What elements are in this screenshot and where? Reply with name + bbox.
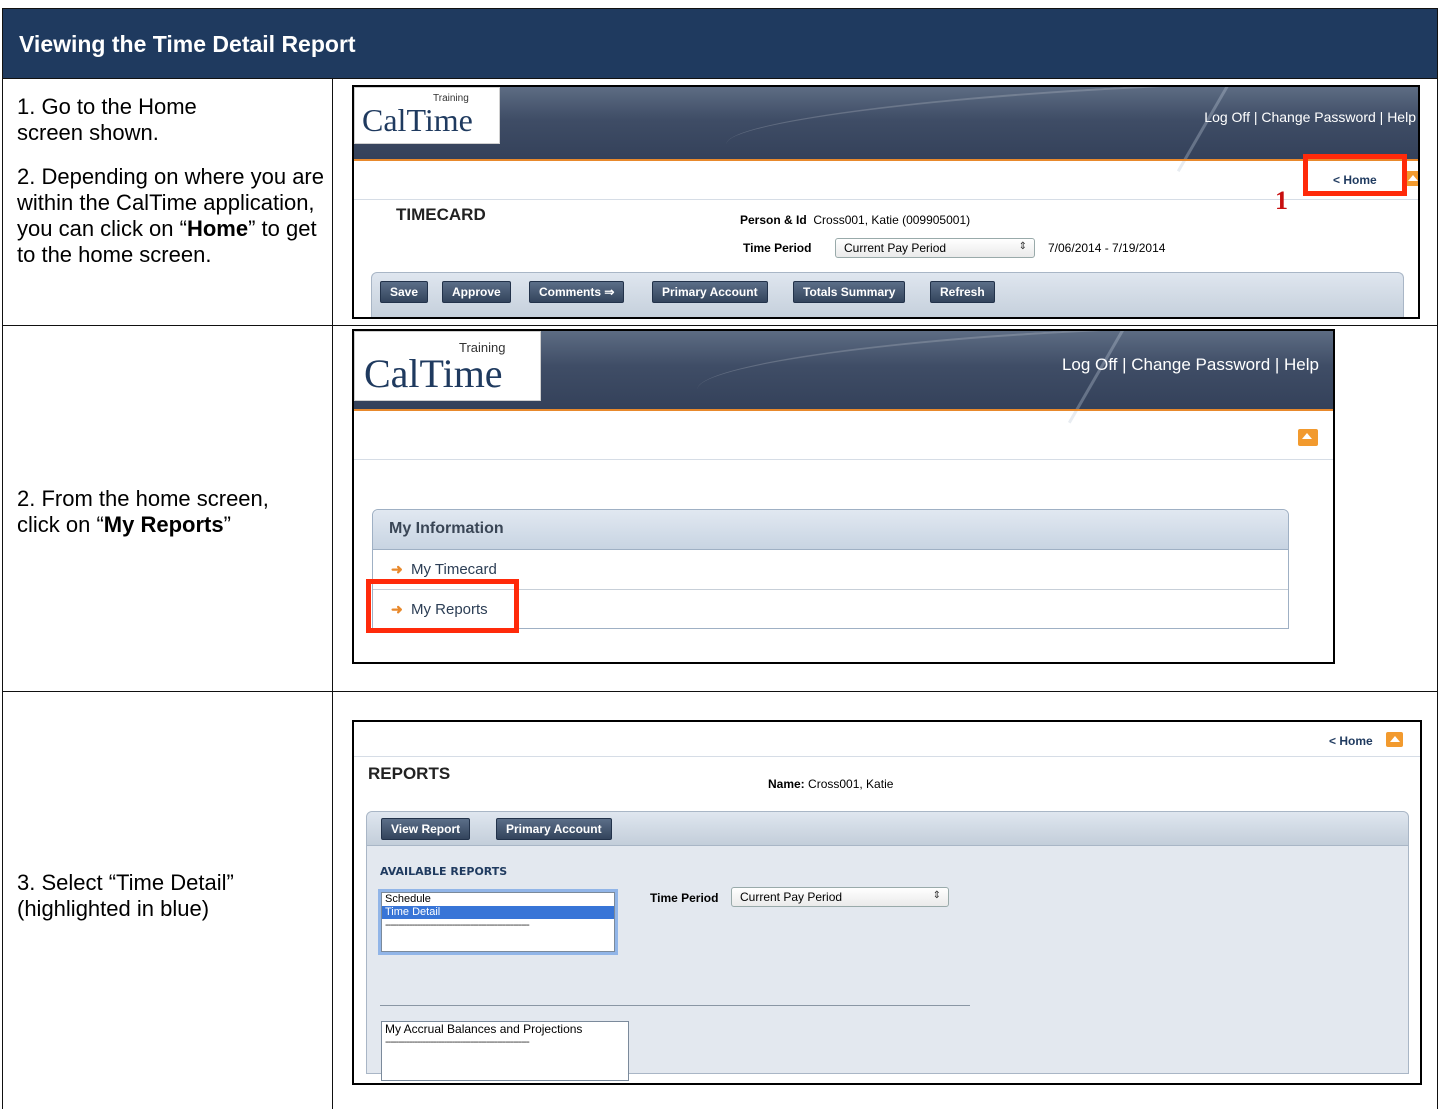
step-1-sub-bold: Home — [186, 216, 249, 241]
reports-screenshot: < Home REPORTS Name: Cross001, Katie Vie… — [352, 720, 1422, 1085]
report-option-separator-2: ----------------------------------------… — [385, 1036, 530, 1048]
refresh-button[interactable]: Refresh — [930, 281, 995, 303]
view-report-button[interactable]: View Report — [381, 818, 471, 840]
totals-summary-button[interactable]: Totals Summary — [793, 281, 906, 303]
caltime-header-2: Training CalTime Log Off | Change Passwo… — [354, 331, 1333, 429]
period-range: 7/06/2014 - 7/19/2014 — [1048, 241, 1166, 255]
reports-listbox[interactable]: Schedule Time Detail -------------------… — [381, 892, 615, 952]
step-1-subtext: 2. Depending on where you are within the… — [17, 164, 327, 268]
step-2-instructions: 2. From the home screen, click on “My Re… — [3, 326, 333, 691]
highlight-my-reports-box — [366, 579, 519, 633]
step-1-instructions: 1. Go to the Home screen shown. 2. Depen… — [3, 79, 333, 325]
home-link-2[interactable]: < Home — [1329, 734, 1373, 748]
caltime-logo: Training CalTime — [354, 87, 500, 144]
time-period-label-2: Time Period — [650, 891, 719, 905]
step-row-3: 3. Select “Time Detail” (highlighted in … — [2, 692, 1438, 1109]
save-button[interactable]: Save — [380, 281, 429, 303]
logo-wordmark: CalTime — [362, 102, 473, 138]
timecard-toolbar: Save Approve Comments ⇒ Primary Account … — [371, 272, 1404, 317]
timecard-title: TIMECARD — [396, 205, 486, 224]
divider — [380, 1005, 970, 1006]
time-period-label: Time Period — [743, 241, 812, 255]
time-period-select[interactable]: Current Pay Period ⇕ — [835, 238, 1035, 258]
timecard-screenshot: Training CalTime Log Off | Change Passwo… — [352, 85, 1420, 319]
reports-title: REPORTS — [368, 764, 451, 783]
my-timecard-label: My Timecard — [411, 561, 497, 578]
step-row-1: 1. Go to the Home screen shown. 2. Depen… — [2, 79, 1438, 326]
select-chevron-icon: ⇕ — [1018, 241, 1027, 252]
person-id-label: Person & Id — [740, 213, 807, 227]
report-option-time-detail[interactable]: Time Detail — [382, 906, 614, 919]
name-row: Name: Cross001, Katie — [768, 777, 893, 791]
step-1-line-1: 1. Go to the Home — [17, 94, 197, 119]
highlight-home-box — [1303, 154, 1407, 196]
top-links[interactable]: Log Off | Change Password | Help — [1204, 109, 1416, 125]
primary-account-button-2[interactable]: Primary Account — [496, 818, 612, 840]
report-option-schedule[interactable]: Schedule — [382, 893, 614, 906]
step-3-instructions: 3. Select “Time Detail” (highlighted in … — [3, 692, 333, 1109]
time-period-value-2: Current Pay Period — [740, 890, 843, 904]
caltime-logo-2: Training CalTime — [354, 331, 541, 401]
available-reports-title: AVAILABLE REPORTS — [380, 865, 508, 878]
reports-toolbar: View Report Primary Account — [367, 812, 1408, 846]
report-option-accrual[interactable]: My Accrual Balances and Projections — [382, 1022, 628, 1036]
logo-wordmark-2: CalTime — [364, 351, 503, 396]
name-value: Cross001, Katie — [808, 777, 894, 791]
time-period-value: Current Pay Period — [844, 241, 947, 255]
primary-account-button[interactable]: Primary Account — [652, 281, 768, 303]
comments-button[interactable]: Comments ⇒ — [529, 281, 625, 303]
step-1-line-2: screen shown. — [17, 120, 159, 145]
step-row-2: 2. From the home screen, click on “My Re… — [2, 326, 1438, 692]
step-2-text: 2. From the home screen, click on “My Re… — [17, 486, 269, 537]
caltime-header: Training CalTime Log Off | Change Passwo… — [354, 87, 1418, 180]
select-chevron-icon-2: ⇕ — [932, 890, 941, 901]
accrual-listbox[interactable]: My Accrual Balances and Projections ----… — [381, 1021, 629, 1081]
approve-button[interactable]: Approve — [442, 281, 511, 303]
my-information-title: My Information — [373, 510, 1288, 550]
person-id-value: Cross001, Katie (009905001) — [813, 213, 971, 227]
step-3-text: 3. Select “Time Detail” (highlighted in … — [17, 870, 234, 921]
step-1-text: 1. Go to the Home screen shown. — [17, 94, 322, 146]
reports-panel: View Report Primary Account AVAILABLE RE… — [366, 811, 1409, 1081]
callout-number: 1 — [1275, 186, 1288, 215]
top-links-2[interactable]: Log Off | Change Password | Help — [1062, 355, 1319, 375]
person-id-row: Person & Id Cross001, Katie (009905001) — [740, 213, 970, 227]
arrow-right-icon: ➜ — [391, 561, 403, 577]
name-label: Name: — [768, 777, 805, 791]
time-period-select-2[interactable]: Current Pay Period ⇕ — [731, 887, 949, 907]
document-title: Viewing the Time Detail Report — [2, 8, 1438, 79]
document-page: Viewing the Time Detail Report 1. Go to … — [0, 0, 1440, 1109]
collapse-icon-3[interactable] — [1386, 732, 1403, 747]
collapse-icon-2[interactable] — [1298, 429, 1318, 446]
report-option-separator: ----------------------------------------… — [385, 919, 530, 931]
